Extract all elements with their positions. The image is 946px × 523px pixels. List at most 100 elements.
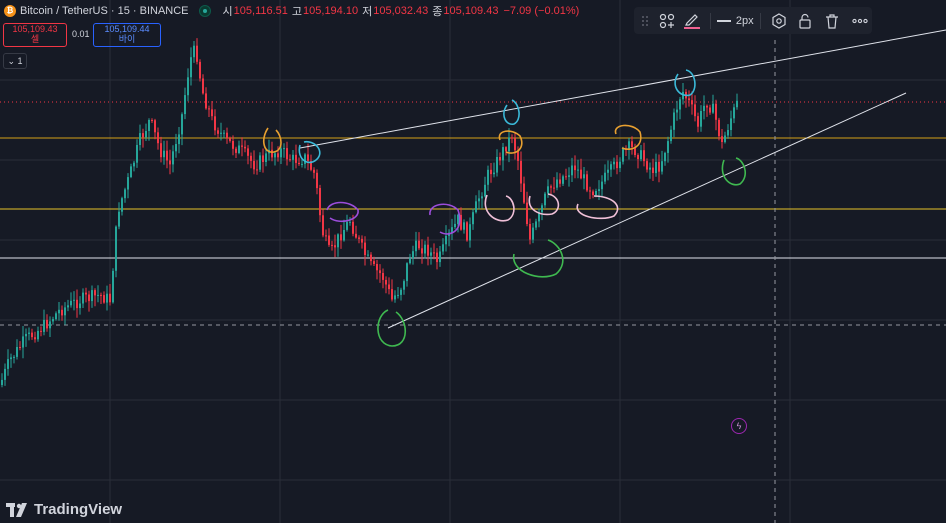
candle-body [199, 61, 201, 79]
candle-body [259, 155, 261, 170]
candle-body [106, 293, 108, 303]
candle-body [265, 153, 267, 162]
line-width-label: 2px [735, 14, 754, 27]
candle-body [547, 186, 549, 194]
sell-label: 셀 [30, 34, 40, 44]
indicator-count: 1 [17, 56, 23, 66]
candle-body [703, 105, 705, 111]
market-status-icon[interactable] [198, 5, 211, 17]
candle-body [676, 109, 678, 113]
white-marker[interactable] [528, 193, 560, 216]
candle-body [727, 130, 729, 136]
candle-body [445, 235, 447, 245]
symbol-title[interactable]: Bitcoin / TetherUS · 15 · BINANCE [20, 5, 189, 17]
purple-marker[interactable] [326, 201, 359, 222]
low-label: 저 [362, 6, 373, 18]
candle-body [286, 148, 288, 160]
upper-trendline[interactable] [299, 29, 946, 149]
candle-body [40, 330, 42, 332]
candle-body [421, 248, 423, 254]
lower-trendline[interactable] [387, 92, 907, 329]
candle-body [313, 169, 315, 173]
price-chart[interactable] [0, 0, 946, 523]
candle-body [118, 211, 120, 227]
candle-body [88, 294, 90, 302]
candle-body [175, 144, 177, 152]
settings-icon[interactable] [767, 7, 791, 34]
candle-body [208, 108, 210, 110]
candle-body [457, 214, 459, 224]
candle-body [385, 279, 387, 285]
candle-body [46, 319, 48, 329]
logo-text: TradingView [34, 501, 123, 518]
drag-handle-icon[interactable] [638, 7, 651, 34]
candle-body [250, 155, 252, 161]
candle-body [526, 202, 528, 224]
candle-body [364, 242, 366, 255]
candle-body [604, 172, 606, 182]
candle-body [25, 333, 27, 337]
buy-label: 바이 [118, 34, 136, 44]
candle-body [496, 157, 498, 173]
candle-body [109, 293, 111, 303]
candle-body [229, 137, 231, 141]
candle-body [646, 161, 648, 170]
candle-body [127, 177, 129, 190]
drawing-annotations[interactable] [262, 69, 747, 347]
cyan-marker[interactable] [298, 140, 321, 164]
candle-body [223, 132, 225, 134]
candle-body [487, 169, 489, 185]
candle-body [346, 221, 348, 230]
candle-body [178, 134, 180, 145]
more-icon[interactable] [848, 7, 872, 34]
candle-body [655, 161, 657, 174]
candle-body [361, 238, 363, 243]
candle-body [79, 303, 81, 309]
candle-body [253, 160, 255, 170]
trash-icon[interactable] [819, 7, 843, 34]
candle-body [64, 307, 66, 316]
candle-body [532, 227, 534, 240]
green-marker[interactable] [377, 309, 407, 347]
candle-body [640, 150, 642, 160]
candle-body [556, 179, 558, 188]
sell-price: 105,109.43 [12, 24, 58, 34]
candle-body [481, 196, 483, 199]
candle-body [490, 169, 492, 175]
candle-body [415, 240, 417, 252]
buy-button[interactable]: 105,109.44 바이 [93, 23, 161, 47]
line-width-button[interactable]: 2px [716, 7, 754, 34]
candle-body [184, 95, 186, 115]
candle-body [733, 107, 735, 119]
symbol-legend: ₿ Bitcoin / TetherUS · 15 · BINANCE 시 105… [0, 2, 579, 20]
cyan-marker[interactable] [503, 99, 520, 125]
candle-body [52, 319, 54, 322]
candle-body [478, 198, 480, 202]
candle-body [139, 133, 141, 145]
candle-body [55, 313, 57, 320]
candle-body [391, 289, 393, 300]
tradingview-logo[interactable]: TradingView [6, 501, 122, 518]
sell-button[interactable]: 105,109.43 셀 [3, 23, 67, 47]
buy-price: 105,109.44 [104, 24, 150, 34]
candle-body [334, 245, 336, 248]
candle-body [613, 161, 615, 165]
candle-body [274, 153, 276, 158]
templates-icon[interactable] [655, 7, 679, 34]
lightning-icon[interactable]: ϟ [731, 418, 747, 434]
candle-body [220, 132, 222, 134]
candle-body [664, 152, 666, 162]
candle-body [133, 162, 135, 167]
candle-body [91, 290, 93, 302]
lock-icon[interactable] [793, 7, 817, 34]
collapse-indicators-button[interactable]: ⌄ 1 [3, 53, 27, 69]
pencil-icon[interactable] [679, 7, 703, 34]
candle-body [28, 332, 30, 334]
candle-body [700, 111, 702, 127]
white-marker[interactable] [484, 194, 515, 222]
candle-body [1, 379, 3, 385]
candle-body [511, 137, 513, 139]
candle-body [598, 189, 600, 191]
white-marker[interactable] [576, 195, 619, 220]
close-value: 105,109.43 [443, 5, 499, 17]
